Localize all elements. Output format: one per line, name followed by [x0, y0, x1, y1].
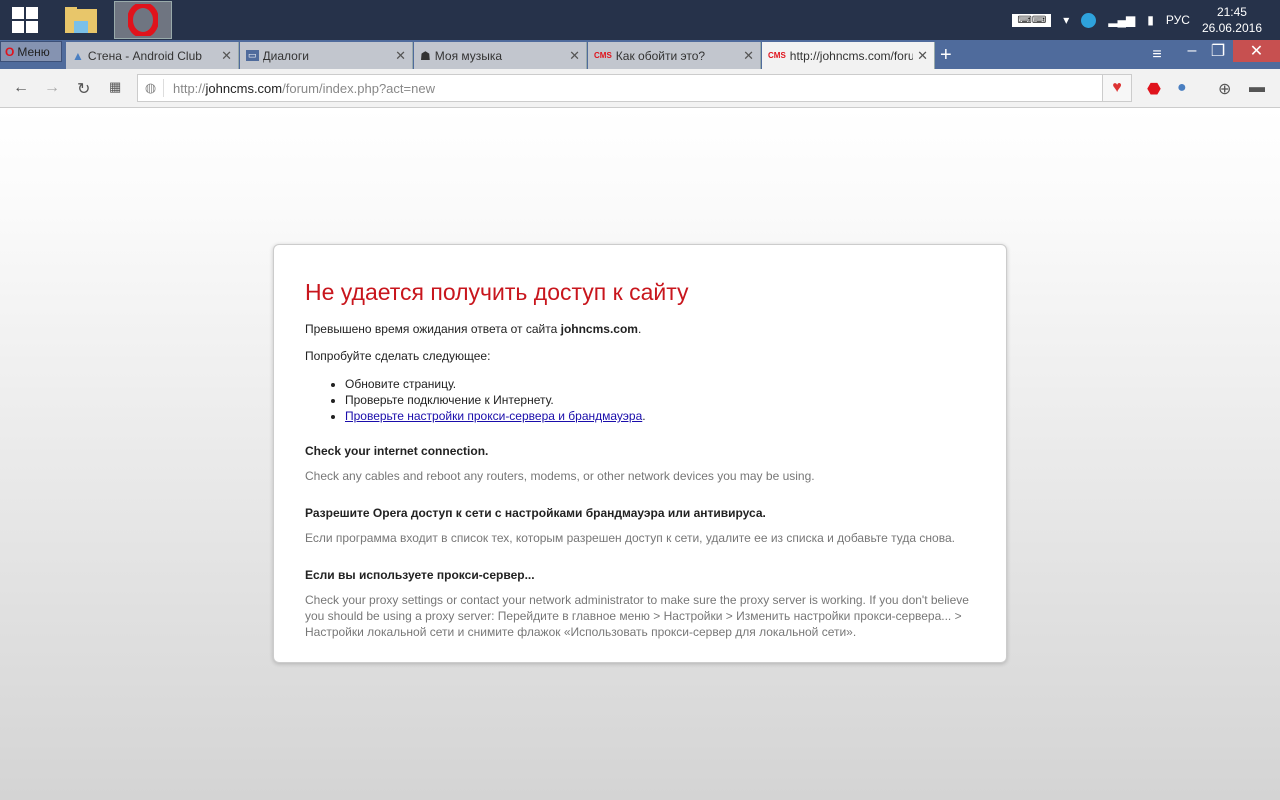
music-icon: ☗ — [420, 48, 431, 63]
section-text: Если программа входит в список тех, кото… — [305, 531, 955, 545]
reload-button[interactable]: ↻ — [77, 79, 90, 99]
telegram-icon[interactable] — [1081, 12, 1097, 28]
taskbar: ⌨⌨ ▾ ▂▄▆ ▮ РУС 21:45 26.06.2016 — [0, 0, 1280, 40]
suggestion-item: Обновите страницу. — [345, 376, 975, 392]
minimize-button[interactable]: ‒ — [1180, 40, 1204, 62]
signal-icon[interactable]: ▂▄▆ — [1108, 13, 1135, 27]
globe-extension-icon[interactable]: ● — [1177, 79, 1187, 97]
close-window-button[interactable]: ✕ — [1233, 40, 1280, 62]
suggestion-item: Проверьте подключение к Интернету. — [345, 392, 975, 408]
error-title: Не удается получить доступ к сайту — [305, 279, 689, 305]
back-button[interactable]: ← — [13, 79, 29, 97]
tab-johncms-active[interactable]: CMShttp://johncms.com/forum/index.php?ac… — [762, 42, 935, 69]
suggestions-list: Обновите страницу. Проверьте подключение… — [345, 376, 975, 424]
proxy-settings-link[interactable]: Проверьте настройки прокси-сервера и бра… — [345, 409, 642, 423]
windows-icon — [12, 7, 38, 33]
android-icon: ▲ — [72, 48, 84, 63]
bookmark-heart-button[interactable]: ♥ — [1102, 74, 1132, 102]
download-icon[interactable]: ⊕ — [1218, 79, 1231, 99]
opera-icon — [128, 4, 158, 36]
browser-toolbar: ← → ↻ ▦ ◍ http://johncms.com/forum/index… — [0, 69, 1280, 108]
suggestion-item: Проверьте настройки прокси-сервера и бра… — [345, 408, 975, 424]
close-tab-icon[interactable]: ✕ — [221, 48, 232, 64]
try-label: Попробуйте сделать следующее: — [305, 349, 491, 363]
speed-dial-icon[interactable]: ▦ — [109, 79, 121, 95]
forward-button[interactable]: → — [44, 79, 60, 97]
close-tab-icon[interactable]: ✕ — [395, 48, 406, 64]
tab-menu-icon[interactable]: ≡ — [1145, 44, 1169, 66]
cms-icon: CMS — [768, 51, 786, 60]
section-text: Check any cables and reboot any routers,… — [305, 469, 815, 483]
cms-icon: CMS — [594, 51, 612, 60]
tab-kak-oboiti[interactable]: CMS Как обойти это? ✕ — [588, 42, 761, 69]
close-tab-icon[interactable]: ✕ — [743, 48, 754, 64]
section-text: Check your proxy settings or contact you… — [305, 593, 969, 639]
address-bar[interactable]: ◍ http://johncms.com/forum/index.php?act… — [137, 74, 1103, 102]
error-card: Не удается получить доступ к сайту Превы… — [273, 244, 1007, 663]
language-indicator[interactable]: РУС — [1166, 13, 1190, 27]
section-heading: Разрешите Opera доступ к сети с настройк… — [305, 506, 766, 520]
close-tab-icon[interactable]: ✕ — [569, 48, 580, 64]
start-button[interactable] — [0, 1, 50, 39]
file-explorer-button[interactable] — [52, 1, 110, 39]
system-tray: ⌨⌨ ▾ ▂▄▆ ▮ РУС 21:45 26.06.2016 — [1012, 0, 1280, 40]
opera-menu-button[interactable]: O Меню — [0, 41, 62, 62]
tab-dialogs[interactable]: ▭ Диалоги ✕ — [240, 42, 413, 69]
section-heading: Check your internet connection. — [305, 444, 489, 458]
tab-android-club[interactable]: ▲ Стена - Android Club ✕ — [66, 42, 239, 69]
adblock-icon[interactable]: ⬣ — [1147, 79, 1161, 99]
battery-saver-icon[interactable]: ▬ — [1249, 79, 1265, 97]
opera-taskbar-button[interactable] — [114, 1, 172, 39]
chat-icon: ▭ — [246, 50, 259, 61]
opera-icon: O — [5, 44, 15, 59]
timeout-message: Превышено время ожидания ответа от сайта… — [305, 322, 642, 336]
tab-bar: O Меню ▲ Стена - Android Club ✕ ▭ Диалоги ✕ ☗… — [0, 40, 1280, 69]
page-content: Не удается получить доступ к сайту Превы… — [0, 108, 1280, 800]
battery-icon[interactable]: ▮ — [1147, 13, 1154, 27]
section-heading: Если вы используете прокси-сервер... — [305, 568, 535, 582]
keyboard-icon[interactable]: ⌨⌨ — [1012, 13, 1052, 27]
close-tab-icon[interactable]: ✕ — [917, 48, 928, 64]
restore-button[interactable]: ❐ — [1206, 40, 1230, 62]
site-info-icon[interactable]: ◍ — [138, 79, 164, 97]
tab-my-music[interactable]: ☗ Моя музыка ✕ — [414, 42, 587, 69]
folder-icon — [65, 7, 97, 33]
clock[interactable]: 21:45 26.06.2016 — [1202, 4, 1262, 36]
tray-expand-icon[interactable]: ▾ — [1063, 13, 1069, 27]
new-tab-button[interactable]: + — [940, 44, 952, 67]
